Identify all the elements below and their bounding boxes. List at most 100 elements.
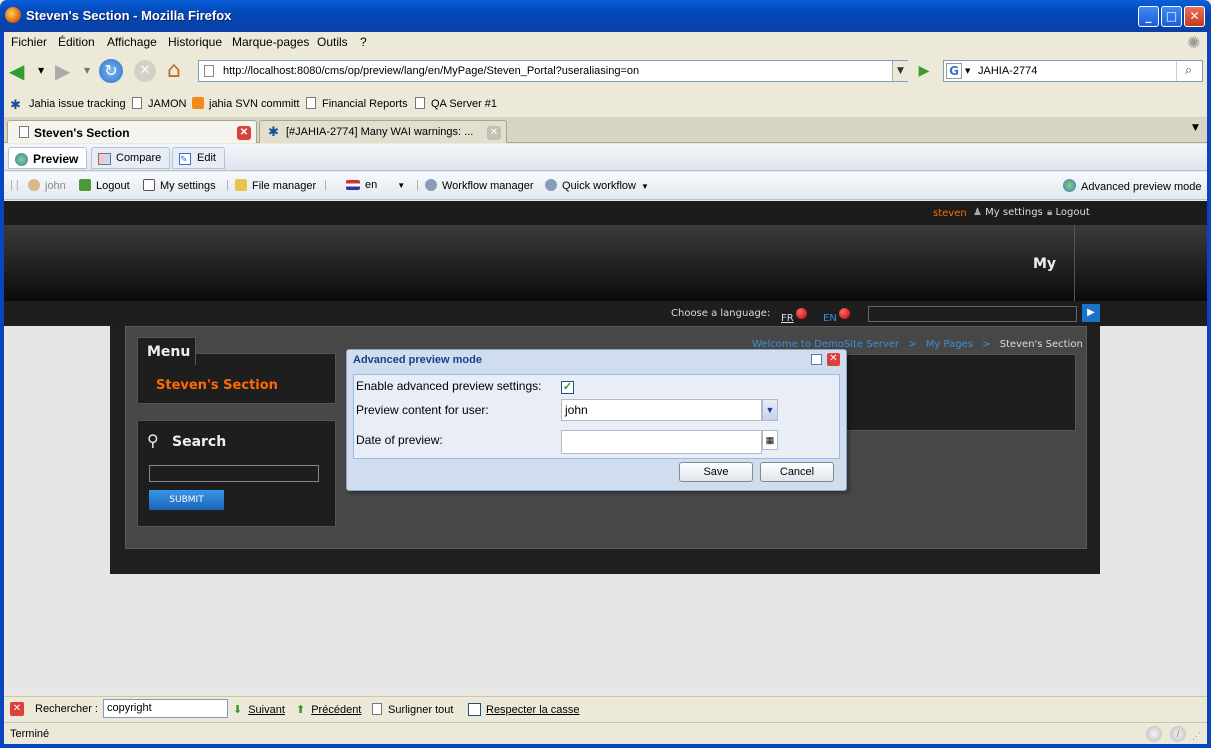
breadcrumb-separator: > bbox=[908, 339, 917, 350]
back-history-dropdown[interactable]: ▼ bbox=[38, 66, 44, 75]
reload-icon[interactable]: ↻ bbox=[99, 59, 123, 83]
cancel-button[interactable]: Cancel bbox=[760, 462, 834, 482]
uk-flag-icon bbox=[346, 180, 360, 190]
maximize-button[interactable]: □ bbox=[1161, 6, 1182, 27]
lang-fr-link[interactable]: FR bbox=[781, 313, 794, 324]
language-label: en bbox=[365, 179, 378, 191]
go-icon[interactable]: ▶ bbox=[914, 60, 934, 82]
tab-compare[interactable]: Compare bbox=[91, 147, 171, 169]
jahia-icon: ✱ bbox=[268, 124, 279, 139]
language-selector[interactable]: en ▼ bbox=[346, 179, 405, 191]
close-findbar-icon[interactable]: ✕ bbox=[10, 702, 24, 716]
bookmark-jamon[interactable]: JAMON bbox=[132, 97, 187, 110]
site-search-field[interactable] bbox=[149, 465, 319, 482]
tab-stevens-section[interactable]: Steven's Section ✕ bbox=[7, 120, 257, 143]
choose-language-label: Choose a language: bbox=[671, 308, 771, 319]
site-username[interactable]: steven bbox=[933, 208, 967, 219]
bookmark-qa-server[interactable]: QA Server #1 bbox=[415, 97, 497, 110]
tab-edit[interactable]: ✎ Edit bbox=[172, 147, 225, 169]
firefox-logo-icon bbox=[5, 7, 21, 23]
web-search-input[interactable]: JAHIA-2774 bbox=[943, 60, 1203, 82]
tab-list-dropdown[interactable]: ▼ bbox=[1192, 123, 1199, 133]
chevron-down-icon[interactable]: ▼ bbox=[762, 399, 778, 421]
home-icon[interactable]: ⌂ bbox=[167, 58, 181, 83]
arrow-up-icon: ⬆ bbox=[296, 704, 306, 716]
fr-flag-icon[interactable] bbox=[796, 308, 807, 319]
quick-workflow-button[interactable]: Quick workflow ▼ bbox=[545, 179, 649, 192]
window-title: Steven's Section - Mozilla Firefox bbox=[26, 8, 232, 23]
my-settings-button[interactable]: My settings bbox=[143, 179, 216, 192]
find-previous-label: Précédent bbox=[311, 704, 362, 716]
lang-en-link[interactable]: EN bbox=[823, 313, 837, 324]
date-of-preview-input[interactable] bbox=[561, 430, 762, 454]
minimize-button[interactable]: _ bbox=[1138, 6, 1159, 27]
close-window-button[interactable]: ✕ bbox=[1184, 6, 1205, 27]
tab-jahia-2774[interactable]: ✱ [#JAHIA-2774] Many WAI warnings: ... ✕ bbox=[259, 120, 507, 143]
tab-label: Preview bbox=[33, 152, 79, 166]
jahia-icon: ✱ bbox=[10, 97, 21, 112]
logout-button[interactable]: Logout bbox=[79, 179, 130, 192]
match-case-checkbox[interactable]: Respecter la casse bbox=[468, 703, 580, 716]
close-tab-icon[interactable]: ✕ bbox=[487, 126, 501, 140]
user-john: john bbox=[28, 179, 66, 192]
tab-preview[interactable]: Preview bbox=[8, 147, 88, 169]
jahia-toolbar: | | john Logout My settings | File manag… bbox=[4, 172, 1207, 200]
bookmark-financial-reports[interactable]: Financial Reports bbox=[306, 97, 408, 110]
highlight-all-button[interactable]: Surligner tout bbox=[372, 703, 453, 716]
find-next-button[interactable]: ⬇ Suivant bbox=[233, 703, 285, 716]
find-input[interactable]: copyright bbox=[103, 699, 228, 718]
site-search-input[interactable] bbox=[868, 306, 1077, 322]
tab-label: Steven's Section bbox=[34, 126, 130, 140]
gear-icon bbox=[545, 179, 557, 191]
forward-icon[interactable]: ▶ bbox=[55, 60, 79, 82]
bookmark-label: Jahia issue tracking bbox=[29, 98, 126, 110]
search-engine-dropdown[interactable]: ▼ bbox=[965, 67, 970, 75]
maximize-icon[interactable] bbox=[811, 354, 822, 365]
search-title: Search bbox=[172, 434, 227, 450]
menu-edition[interactable]: Édition bbox=[58, 35, 95, 49]
preview-user-combo[interactable]: john bbox=[561, 399, 762, 421]
menu-historique[interactable]: Historique bbox=[168, 35, 222, 49]
bookmark-jahia-issue-tracking[interactable]: ✱ Jahia issue tracking bbox=[10, 97, 126, 112]
file-manager-button[interactable]: File manager bbox=[235, 179, 316, 192]
bookmark-jahia-svn[interactable]: jahia SVN committ bbox=[192, 97, 299, 110]
bookmark-label: JAMON bbox=[148, 98, 187, 110]
menu-affichage[interactable]: Affichage bbox=[107, 35, 157, 49]
menu-fichier[interactable]: Fichier bbox=[11, 35, 47, 49]
enable-advanced-checkbox[interactable]: ✓ bbox=[561, 381, 574, 394]
arrow-down-icon: ⬇ bbox=[233, 704, 243, 716]
rss-feed-icon bbox=[192, 97, 204, 109]
breadcrumb-link-my-pages[interactable]: My Pages bbox=[926, 339, 973, 350]
banner-text: My bbox=[1033, 256, 1057, 272]
menu-help[interactable]: ? bbox=[360, 35, 367, 49]
close-tab-icon[interactable]: ✕ bbox=[237, 126, 251, 140]
menu-item-stevens-section[interactable]: Steven's Section bbox=[156, 378, 278, 393]
forward-history-dropdown[interactable]: ▼ bbox=[84, 66, 90, 75]
save-button[interactable]: Save bbox=[679, 462, 753, 482]
stop-icon[interactable]: ✕ bbox=[134, 60, 156, 82]
tab-label: [#JAHIA-2774] Many WAI warnings: ... bbox=[286, 126, 474, 138]
find-next-label: Suivant bbox=[248, 704, 285, 716]
google-search-engine-icon[interactable]: G bbox=[946, 63, 962, 79]
search-icon[interactable]: ⌕ bbox=[1176, 61, 1200, 81]
workflow-manager-button[interactable]: Workflow manager bbox=[425, 179, 534, 192]
dialog-close-icon[interactable]: ✕ bbox=[827, 353, 840, 366]
status-bar: Terminé / ⋰ bbox=[4, 722, 1207, 744]
resize-grip-icon[interactable]: ⋰ bbox=[1192, 731, 1201, 742]
site-logout[interactable]: 🔒︎ Logout bbox=[1047, 207, 1090, 218]
menu-marque-pages[interactable]: Marque-pages bbox=[232, 35, 309, 49]
url-input[interactable]: http://localhost:8080/cms/op/preview/lan… bbox=[198, 60, 908, 82]
page-icon bbox=[415, 97, 425, 109]
site-my-settings[interactable]: ♟ My settings bbox=[973, 207, 1043, 218]
tab-strip: Steven's Section ✕ ✱ [#JAHIA-2774] Many … bbox=[4, 117, 1207, 143]
calendar-icon[interactable]: ▦ bbox=[762, 430, 778, 450]
toolbar-grip: | | bbox=[10, 179, 19, 191]
find-previous-button[interactable]: ⬆ Précédent bbox=[296, 703, 361, 716]
site-search-go-button[interactable]: ▶ bbox=[1082, 304, 1100, 322]
back-icon[interactable]: ◀ bbox=[9, 60, 33, 82]
submit-button[interactable]: SUBMIT bbox=[149, 490, 224, 510]
url-history-dropdown[interactable]: ▼ bbox=[892, 61, 908, 81]
menu-outils[interactable]: Outils bbox=[317, 35, 348, 49]
advanced-preview-button[interactable]: Advanced preview mode bbox=[1063, 179, 1201, 193]
en-flag-icon[interactable] bbox=[839, 308, 850, 319]
